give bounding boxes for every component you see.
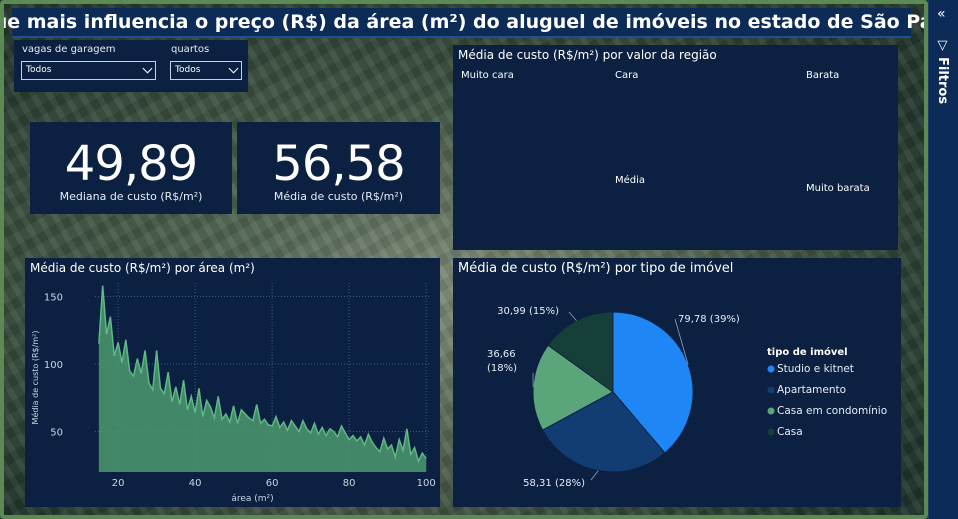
area-chart: Média de custo (R$/m²) por área (m²) 50 1… [25, 258, 440, 507]
treemap-label: Cara [615, 70, 639, 81]
kpi-card-mean: 56,58 Média de custo (R$/m²) [237, 122, 440, 214]
legend-item-label: Studio e kitnet [777, 363, 854, 375]
pie-data-label: 36,66 (18%) [487, 349, 517, 374]
x-tick-label: 100 [417, 478, 436, 489]
rooms-dropdown[interactable]: Todos [170, 61, 242, 80]
legend-marker [767, 428, 775, 436]
chevron-down-icon [142, 63, 153, 74]
page-title: O que mais influencia o preço (R$) da ár… [0, 8, 958, 38]
treemap-chart: Média de custo (R$/m²) por valor da regi… [453, 45, 898, 250]
treemap-cell-media[interactable]: Média [610, 170, 801, 248]
y-axis-label: Média de custo (R$/m²) [30, 331, 40, 425]
pie-chart: Média de custo (R$/m²) por tipo de imóve… [453, 258, 901, 507]
treemap-cell-muito-barata[interactable]: Muito barata [801, 178, 895, 248]
slicer-label-rooms: quartos [171, 44, 210, 55]
treemap-label: Barata [806, 70, 840, 81]
legend-item-label: Casa [777, 426, 803, 438]
treemap-cell-barata[interactable]: Barata [801, 65, 895, 178]
area-chart-plot: 50 100 150 20 40 60 80 100 área (m²) Média de cus… [30, 283, 436, 504]
legend-item-label: Casa em condomínio [777, 405, 887, 417]
filters-pane[interactable]: « ▽ Filtros [928, 0, 958, 519]
kpi-card-median: 49,89 Mediana de custo (R$/m²) [30, 122, 232, 214]
legend-marker [767, 386, 775, 394]
x-axis-label: área (m²) [231, 494, 273, 504]
y-tick-label: 100 [44, 360, 63, 371]
pie-leader-line [568, 311, 577, 322]
filters-label: Filtros [935, 57, 950, 105]
slicer-label-garage: vagas de garagem [22, 44, 116, 55]
pie-data-label: 58,31 (28%) [523, 478, 585, 489]
filter-icon: ▽ [935, 38, 950, 53]
x-tick-label: 60 [266, 478, 279, 489]
treemap-cell-cara[interactable]: Cara [610, 65, 801, 171]
garage-dropdown[interactable]: Todos [21, 61, 156, 80]
legend-marker [767, 365, 775, 373]
slicer-panel: vagas de garagem Todos quartos Todos [14, 40, 248, 92]
y-tick-label: 150 [44, 293, 63, 304]
legend-marker [767, 407, 775, 415]
pie-leader-line [590, 470, 599, 481]
treemap-label: Muito barata [806, 183, 870, 194]
rooms-dropdown-value: Todos [175, 65, 201, 75]
kpi-median-value: 49,89 [64, 136, 198, 192]
treemap-label: Média [615, 175, 646, 186]
pie-data-label: 30,99 (15%) [497, 306, 559, 317]
treemap-label: Muito cara [461, 70, 514, 81]
x-tick-label: 40 [189, 478, 202, 489]
treemap-cell-muito-cara[interactable]: Muito cara [456, 65, 612, 248]
kpi-mean-label: Média de custo (R$/m²) [273, 190, 404, 203]
kpi-median-label: Mediana de custo (R$/m²) [59, 190, 203, 203]
legend-item-label: Apartamento [777, 384, 846, 396]
pie-data-label: 79,78 (39%) [678, 314, 740, 325]
x-tick-label: 20 [112, 478, 125, 489]
treemap-title: Média de custo (R$/m²) por valor da regi… [458, 48, 717, 62]
pie-chart-plot: 79,78 (39%) 58,31 (28%) 36,66 (18%) 30,99 (1… [487, 306, 887, 489]
kpi-mean-value: 56,58 [272, 136, 405, 192]
y-tick-label: 50 [50, 428, 63, 439]
legend-title: tipo de imóvel [767, 346, 848, 358]
garage-dropdown-value: Todos [26, 65, 52, 75]
collapse-icon[interactable]: « [937, 6, 946, 22]
filters-toggle[interactable]: ▽ Filtros [935, 38, 950, 104]
x-tick-label: 80 [343, 478, 356, 489]
chevron-down-icon [228, 63, 239, 74]
